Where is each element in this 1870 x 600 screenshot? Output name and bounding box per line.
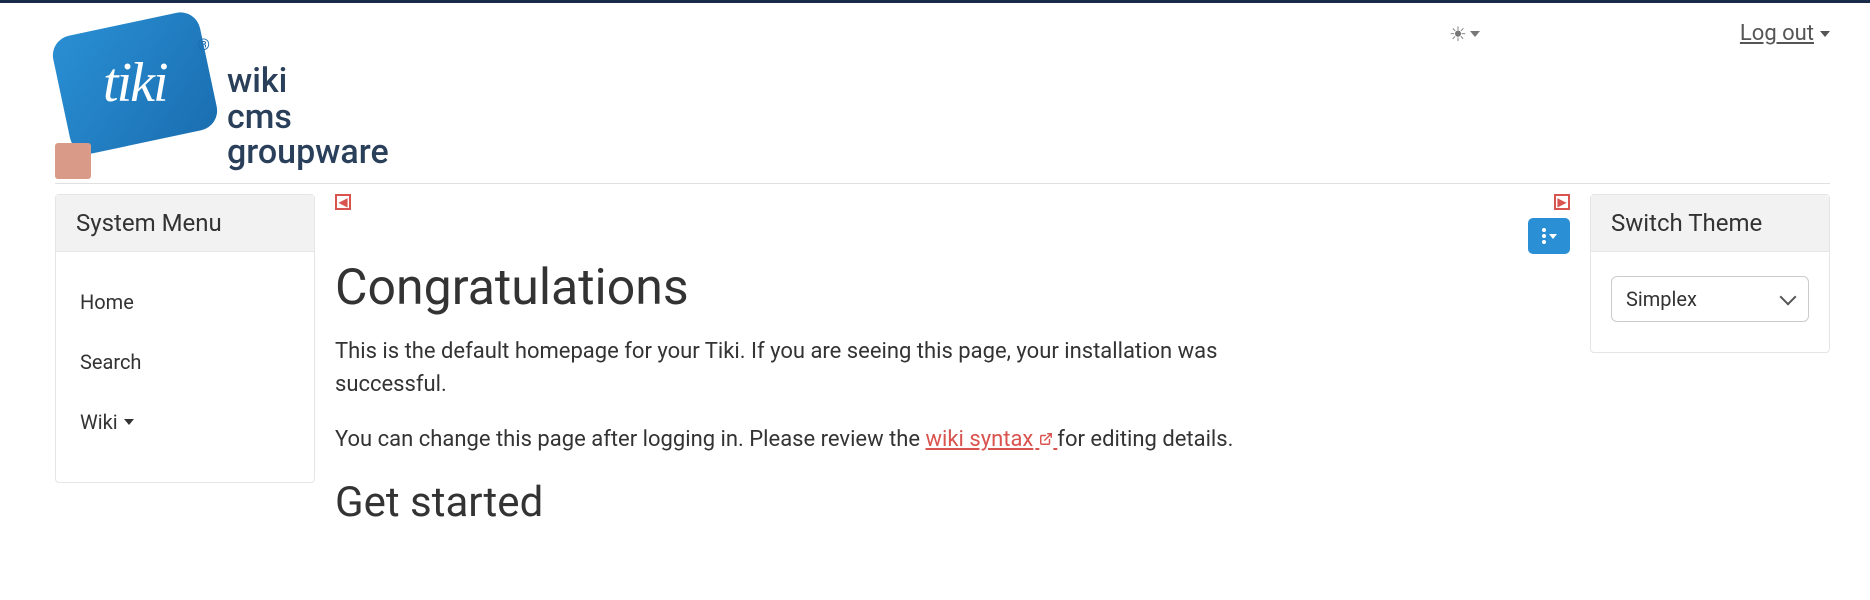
caret-down-icon [1549,234,1557,239]
logo-area[interactable]: tiki ® wiki cms groupware [55,15,389,175]
sidebar-right: Switch Theme Simplex [1590,194,1830,353]
menu-toggle-button[interactable] [55,143,91,179]
logout-label: Log out [1740,21,1814,46]
dots-vertical-icon [1542,228,1546,244]
sidebar-item-label: Search [80,350,141,374]
sidebar-item-label: Home [80,290,134,314]
tiki-logo-shape: tiki [49,9,221,158]
tagline-cms: cms [227,100,389,136]
logo-tagline: wiki cms groupware [227,64,389,175]
registered-mark-icon: ® [197,35,210,54]
sidebar-item-label: Wiki [80,410,118,434]
tiki-logo-text: tiki [103,51,167,115]
wiki-syntax-link-text: wiki syntax [926,427,1034,452]
sidebar-item-wiki[interactable]: Wiki [56,392,314,452]
sidebar-left-body: Home Search Wiki [56,252,314,482]
sun-icon: ☀ [1449,22,1467,46]
tagline-wiki: wiki [227,64,389,100]
intro-paragraph-2: You can change this page after logging i… [335,423,1235,456]
caret-down-icon [1470,31,1480,37]
page-actions-button[interactable] [1528,218,1570,254]
wiki-syntax-link[interactable]: wiki syntax [926,427,1058,452]
logo-badge: tiki ® [55,15,215,175]
get-started-heading: Get started [335,478,1570,527]
sidebar-item-home[interactable]: Home [56,272,314,332]
sidebar-left: System Menu Home Search Wiki [55,194,315,483]
tagline-groupware: groupware [227,135,389,171]
content-column: ◀ ▶ Congratulations This is the default … [335,194,1570,527]
external-link-icon [1035,431,1057,450]
caret-down-icon [124,419,134,425]
sidebar-right-title: Switch Theme [1591,195,1829,252]
page-title: Congratulations [335,259,1570,317]
p2-before-text: You can change this page after logging i… [335,427,926,452]
logout-link[interactable]: Log out [1740,21,1830,46]
p2-after-text: for editing details. [1057,427,1233,452]
color-mode-toggle[interactable]: ☀ [1449,22,1480,46]
theme-select-value: Simplex [1626,287,1697,311]
header: tiki ® wiki cms groupware ☀ Log out [55,3,1830,184]
collapse-left-icon[interactable]: ◀ [335,194,351,210]
chevron-down-icon [1780,289,1797,306]
top-controls: ☀ Log out [1449,15,1830,46]
intro-paragraph-1: This is the default homepage for your Ti… [335,335,1235,401]
collapse-right-icon[interactable]: ▶ [1554,194,1570,210]
theme-select[interactable]: Simplex [1611,276,1809,322]
sidebar-left-title: System Menu [56,195,314,252]
sidebar-item-search[interactable]: Search [56,332,314,392]
caret-down-icon [1820,31,1830,37]
